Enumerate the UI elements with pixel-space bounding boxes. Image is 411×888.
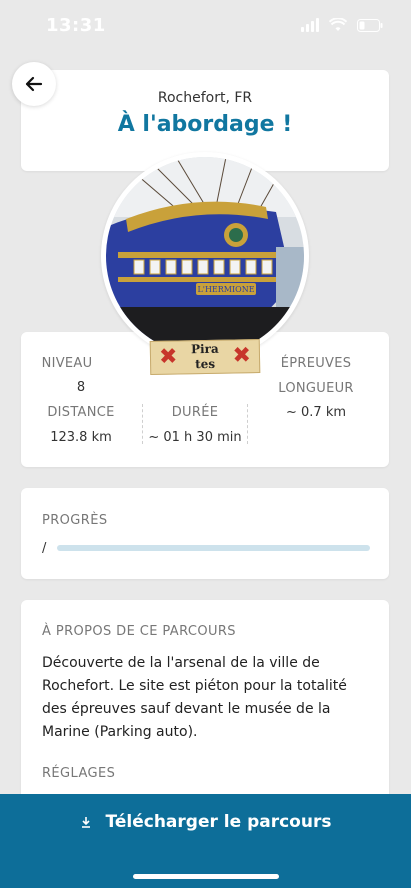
back-button[interactable] — [12, 62, 56, 106]
distance-value: 123.8 km — [50, 430, 112, 445]
battery-icon — [357, 18, 383, 32]
status-icons — [301, 18, 383, 32]
crossed-swords-icon: ✖ — [158, 344, 178, 370]
course-image: L'HERMIONE — [101, 152, 309, 360]
download-icon — [81, 817, 90, 828]
about-title: À PROPOS DE CE PARCOURS — [42, 624, 236, 639]
download-label: Télécharger le parcours — [105, 812, 332, 832]
duree-label: DURÉE — [171, 405, 219, 420]
distance-label: DISTANCE — [47, 405, 115, 420]
progress-title: PROGRÈS — [42, 513, 108, 528]
progress-bar — [57, 545, 370, 551]
pirates-badge: ✖ Pira tes ✖ — [149, 339, 261, 375]
download-button[interactable]: Télécharger le parcours — [0, 794, 411, 888]
progress-row: / — [42, 540, 370, 556]
about-text: Découverte de la l'arsenal de la ville d… — [42, 655, 347, 740]
home-indicator[interactable] — [133, 874, 279, 879]
crossed-swords-icon: ✖ — [232, 343, 252, 369]
epreuves-label: ÉPREUVES — [280, 356, 352, 371]
status-time: 13:31 — [46, 15, 106, 36]
wifi-icon — [329, 18, 347, 32]
longueur-value: ~ 0.7 km — [285, 405, 347, 420]
settings-title: RÉGLAGES — [42, 766, 116, 781]
location-label: Rochefort, FR — [157, 90, 253, 106]
niveau-label: NIVEAU — [41, 356, 93, 371]
niveau-value: 8 — [76, 380, 86, 395]
progress-card: PROGRÈS / — [21, 488, 389, 579]
ship-illustration: L'HERMIONE — [106, 157, 304, 355]
status-bar: 13:31 — [0, 0, 411, 56]
svg-text:L'HERMIONE: L'HERMIONE — [197, 285, 254, 294]
badge-label: Pira tes — [190, 341, 219, 372]
page-title: À l'abordage ! — [117, 112, 293, 137]
divider — [247, 404, 248, 444]
about-card: À PROPOS DE CE PARCOURS Découverte de la… — [21, 600, 389, 820]
progress-count: / — [42, 540, 47, 556]
signal-icon — [301, 18, 319, 32]
duree-value: ~ 01 h 30 min — [148, 430, 242, 445]
arrow-left-icon — [25, 76, 43, 92]
longueur-label: LONGUEUR — [278, 381, 354, 396]
